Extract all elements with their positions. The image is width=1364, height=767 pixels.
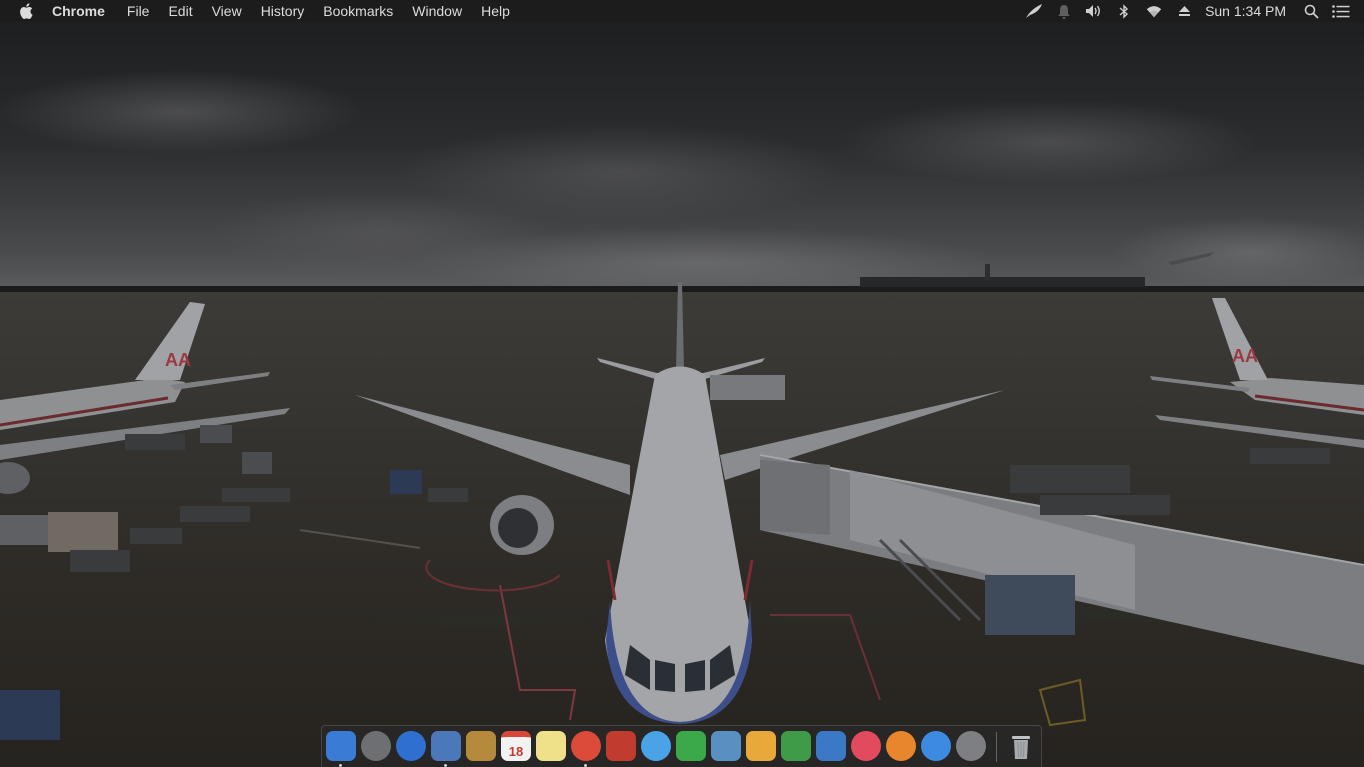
eject-icon[interactable] [1175,2,1193,20]
messages-icon[interactable] [641,731,671,761]
chrome-icon[interactable] [571,731,601,761]
launchpad-icon[interactable] [361,731,391,761]
preview-icon[interactable] [431,731,461,761]
notification-center-icon[interactable] [1332,2,1350,20]
contacts-icon[interactable] [466,731,496,761]
pages-icon[interactable] [746,731,776,761]
svg-text:AA: AA [165,350,191,370]
facetime-icon[interactable] [676,731,706,761]
iphoto-icon[interactable] [711,731,741,761]
notification-bell-icon[interactable] [1055,2,1073,20]
safari-icon[interactable] [396,731,426,761]
calendar-date-label: 18 [508,744,524,759]
wifi-icon[interactable] [1145,2,1163,20]
finder-icon[interactable] [326,731,356,761]
apple-logo-icon[interactable] [18,3,34,19]
dock-separator [996,732,997,762]
menu-edit[interactable]: Edit [168,0,192,22]
notes-icon[interactable] [536,731,566,761]
calendar-icon[interactable]: 18 [501,731,531,761]
svg-text:AA: AA [1232,346,1258,366]
desktop: AA AA Chrome File Edit View History Book… [0,0,1364,767]
menu-bookmarks[interactable]: Bookmarks [323,0,393,22]
menu-bar: Chrome File Edit View History Bookmarks … [0,0,1364,22]
numbers-icon[interactable] [781,731,811,761]
trash-icon[interactable] [1006,731,1036,761]
itunes-icon[interactable] [851,731,881,761]
volume-icon[interactable] [1085,2,1103,20]
menu-file[interactable]: File [127,0,150,22]
menu-app-name[interactable]: Chrome [52,0,105,22]
menu-view[interactable]: View [212,0,242,22]
spotlight-search-icon[interactable] [1302,2,1320,20]
menu-help[interactable]: Help [481,0,510,22]
photo-booth-icon[interactable] [606,731,636,761]
bluetooth-icon[interactable] [1115,2,1133,20]
desktop-wallpaper: AA AA [0,0,1364,767]
system-preferences-icon[interactable] [956,731,986,761]
keynote-icon[interactable] [816,731,846,761]
ibooks-icon[interactable] [886,731,916,761]
wallpaper-airplanes: AA AA [0,252,1364,740]
menu-clock[interactable]: Sun 1:34 PM [1205,0,1286,22]
status-area: Sun 1:34 PM [1025,0,1364,22]
menu-history[interactable]: History [261,0,305,22]
feather-icon[interactable] [1025,2,1043,20]
app-store-icon[interactable] [921,731,951,761]
dock: 18 [321,725,1042,767]
menu-window[interactable]: Window [412,0,462,22]
